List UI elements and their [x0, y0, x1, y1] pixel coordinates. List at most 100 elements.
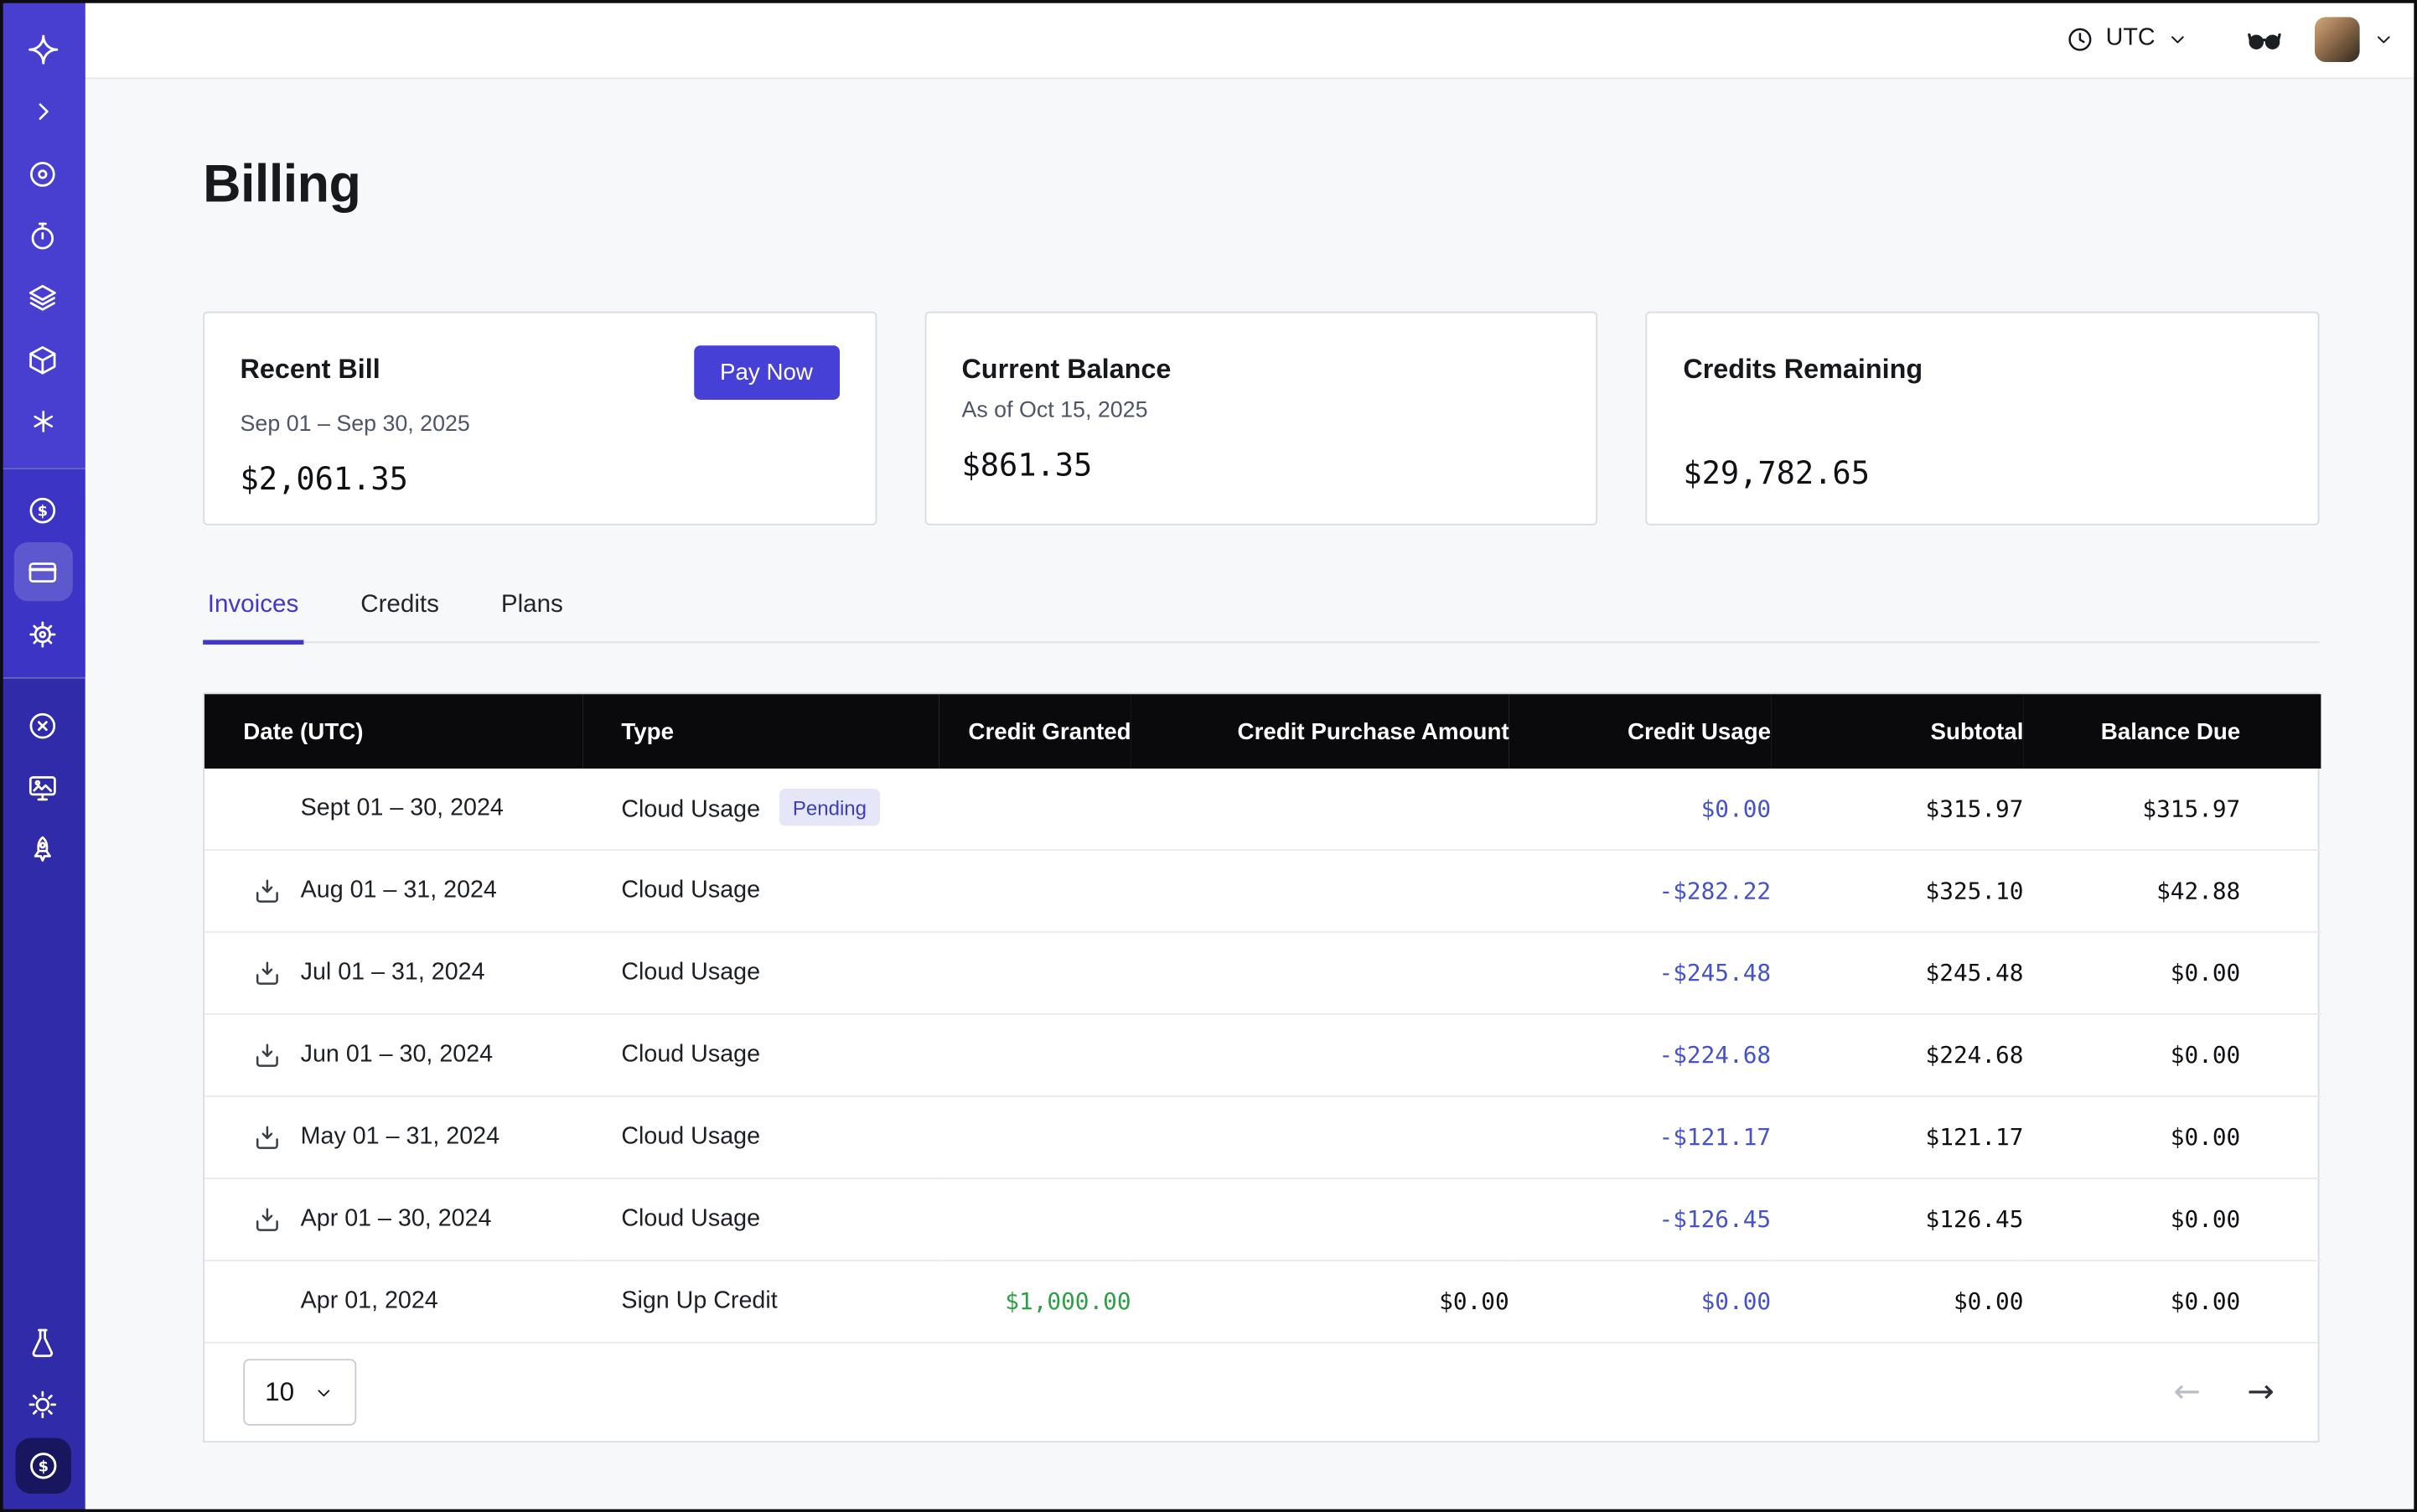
invoices-table: Date (UTC) Type Credit Granted Credit Pu… [203, 692, 2319, 1442]
credits-remaining-card: Credits Remaining $29,782.65 [1646, 312, 2320, 526]
download-invoice-button[interactable] [250, 1038, 284, 1073]
monitor-icon [13, 758, 72, 816]
tab-plans[interactable]: Plans [496, 592, 567, 645]
stage: $ $ UTC [0, 0, 2417, 1512]
column-header-credit-granted: Credit Granted [939, 694, 1131, 769]
sidebar-item-asterisk[interactable] [0, 391, 85, 453]
sidebar-item-layers[interactable] [0, 267, 85, 329]
tab-credits[interactable]: Credits [356, 592, 444, 645]
billing-period: Sep 01 – Sep 30, 2025 [241, 412, 840, 438]
invoice-type: Cloud Usage [621, 796, 760, 822]
sidebar: $ $ [0, 0, 85, 1512]
credit-granted-value [939, 769, 1131, 850]
invoice-row: Jul 01 – 31, 2024 Cloud Usage -$245.48 $… [204, 932, 2321, 1014]
sidebar-item-theme[interactable] [0, 1373, 85, 1435]
glasses-button[interactable] [2245, 19, 2284, 58]
credit-granted-value [939, 1096, 1131, 1178]
card-head: Credits Remaining [1683, 345, 2282, 386]
dollar-badge-icon: $ [15, 1438, 71, 1494]
next-page-button[interactable]: → [2247, 1376, 2275, 1409]
invoice-row: Sept 01 – 30, 2024 Cloud UsagePending $0… [204, 769, 2321, 850]
column-header-credit-purchase: Credit Purchase Amount [1131, 694, 1509, 769]
credit-purchase-value [1131, 769, 1509, 850]
sidebar-item-timer[interactable] [0, 205, 85, 267]
credit-purchase-value [1131, 932, 1509, 1014]
sidebar-item-target[interactable] [0, 142, 85, 205]
credit-usage-value: -$282.22 [1509, 850, 1771, 932]
sidebar-group-tools [0, 679, 85, 896]
layers-icon [13, 268, 72, 327]
svg-text:$: $ [38, 1458, 48, 1475]
credit-card-icon [13, 542, 72, 601]
card-title: Recent Bill [241, 354, 380, 386]
logo-icon [13, 20, 72, 79]
sidebar-item-expand[interactable] [0, 80, 85, 142]
sidebar-item-billing[interactable] [0, 541, 85, 603]
timezone-label: UTC [2106, 25, 2156, 53]
credit-purchase-value [1131, 1096, 1509, 1178]
sun-icon [13, 1375, 72, 1433]
sidebar-item-settings[interactable] [0, 603, 85, 665]
balance-due-value: $0.00 [2023, 1178, 2321, 1261]
user-menu[interactable] [2315, 16, 2395, 61]
download-invoice-button[interactable] [250, 1121, 284, 1155]
download-invoice-button[interactable] [250, 956, 284, 991]
page-size-select[interactable]: 10 [243, 1359, 356, 1425]
download-icon [251, 1040, 281, 1069]
credit-usage-value: $0.00 [1509, 769, 1771, 850]
asterisk-icon [13, 392, 72, 451]
sidebar-item-labs[interactable] [0, 1311, 85, 1373]
invoice-type: Cloud Usage [621, 1123, 760, 1149]
billing-tabs: Invoices Credits Plans [203, 592, 2319, 643]
page-title: Billing [203, 150, 2319, 218]
sidebar-item-credits[interactable]: $ [0, 479, 85, 541]
column-header-credit-usage: Credit Usage [1509, 694, 1771, 769]
credit-usage-value: -$245.48 [1509, 932, 1771, 1014]
download-icon [251, 1204, 281, 1234]
card-title: Credits Remaining [1683, 354, 1923, 386]
download-invoice-button[interactable] [250, 1203, 284, 1237]
balance-due-value: $42.88 [2023, 850, 2321, 932]
rocket-icon [13, 820, 72, 878]
prev-page-button[interactable]: ← [2173, 1376, 2201, 1409]
balance-due-value: $0.00 [2023, 932, 2321, 1014]
subtotal-value: $0.00 [1771, 1261, 2023, 1342]
sidebar-item-usage-badge[interactable]: $ [0, 1435, 85, 1497]
timer-icon [13, 206, 72, 265]
recent-bill-card: Recent Bill Pay Now Sep 01 – Sep 30, 202… [203, 312, 877, 526]
invoice-row: Apr 01 – 30, 2024 Cloud Usage -$126.45 $… [204, 1178, 2321, 1261]
invoice-row: Aug 01 – 31, 2024 Cloud Usage -$282.22 $… [204, 850, 2321, 932]
invoice-row: May 01 – 31, 2024 Cloud Usage -$121.17 $… [204, 1096, 2321, 1178]
glasses-icon [2245, 19, 2284, 58]
table-footer: 10 ← → [204, 1342, 2318, 1441]
invoice-date: Aug 01 – 31, 2024 [301, 877, 497, 903]
credit-usage-value: -$224.68 [1509, 1014, 1771, 1096]
credit-purchase-value [1131, 1178, 1509, 1261]
topbar: UTC [85, 0, 2417, 79]
sidebar-item-cube[interactable] [0, 329, 85, 391]
download-icon [251, 876, 281, 905]
circle-x-icon [13, 696, 72, 754]
card-head: Current Balance [961, 345, 1560, 386]
credits-remaining-amount: $29,782.65 [1683, 454, 2282, 491]
subtotal-value: $315.97 [1771, 769, 2023, 850]
invoice-date: Jul 01 – 31, 2024 [301, 959, 485, 985]
credit-granted-value: $1,000.00 [939, 1261, 1131, 1342]
column-header-balance-due: Balance Due [2023, 694, 2321, 769]
timezone-selector[interactable]: UTC [2057, 23, 2199, 55]
sidebar-item-launch[interactable] [0, 818, 85, 880]
sidebar-group-top [0, 0, 85, 468]
credit-granted-value [939, 932, 1131, 1014]
avatar [2315, 16, 2360, 61]
column-header-subtotal: Subtotal [1771, 694, 2023, 769]
sidebar-item-support[interactable] [0, 694, 85, 756]
download-invoice-button[interactable] [250, 874, 284, 909]
invoice-date: Apr 01, 2024 [301, 1287, 438, 1313]
chevron-down-icon [313, 1381, 334, 1403]
sidebar-item-monitor[interactable] [0, 756, 85, 818]
chevron-down-icon [2166, 27, 2190, 50]
tab-invoices[interactable]: Invoices [203, 592, 303, 645]
pay-now-button[interactable]: Pay Now [694, 345, 840, 400]
balance-due-value: $315.97 [2023, 769, 2321, 850]
sidebar-item-logo[interactable] [0, 18, 85, 80]
